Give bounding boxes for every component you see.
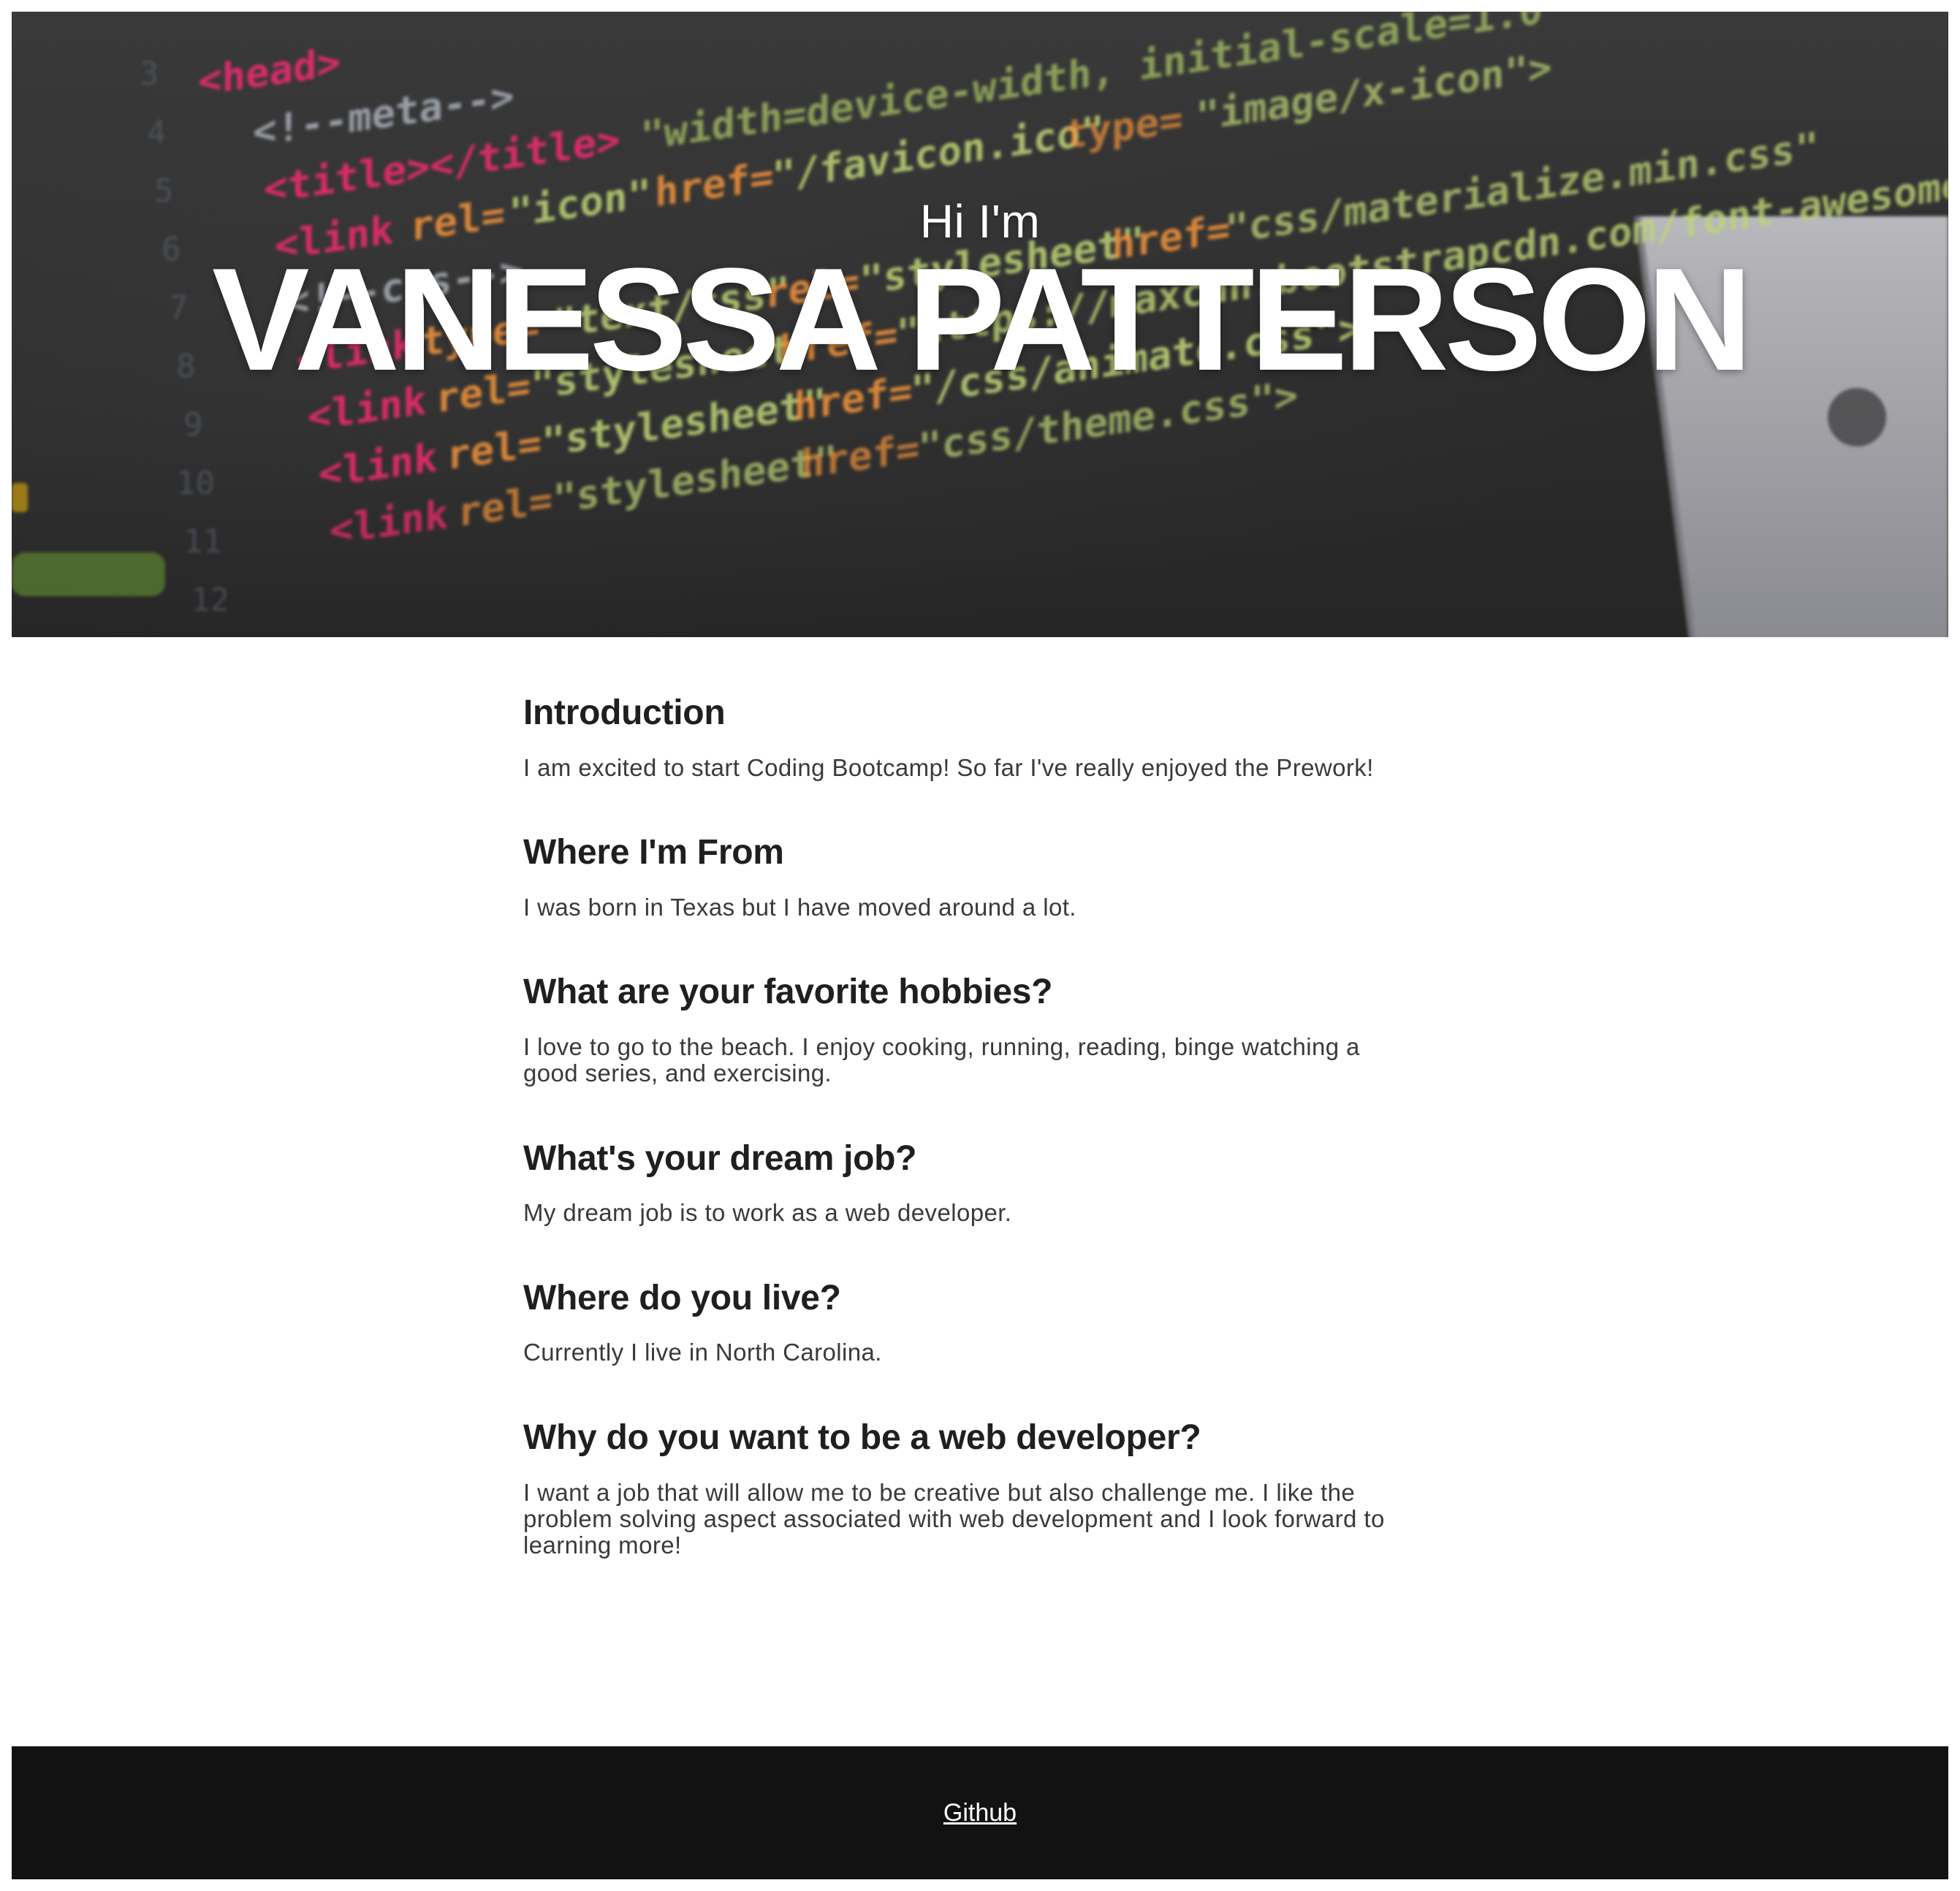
section-where-live: Where do you live? Currently I live in N…	[523, 1279, 1415, 1366]
section-why-web-dev: Why do you want to be a web developer? I…	[523, 1418, 1415, 1559]
section-body: Currently I live in North Carolina.	[523, 1339, 882, 1366]
section-body: I want a job that will allow me to be cr…	[523, 1478, 1385, 1559]
hero-content: Hi I'm VANESSA PATTERSON	[12, 12, 1948, 637]
section-hobbies: What are your favorite hobbies? I love t…	[523, 973, 1415, 1087]
hero-name: VANESSA PATTERSON	[212, 238, 1752, 401]
section-heading: What's your dream job?	[523, 1138, 917, 1178]
section-body: I love to go to the beach. I enjoy cooki…	[523, 1032, 1360, 1087]
section-heading: Introduction	[523, 693, 726, 732]
github-link[interactable]: Github	[943, 1799, 1017, 1827]
section-introduction: Introduction I am excited to start Codin…	[523, 693, 1415, 781]
section-body: I was born in Texas but I have moved aro…	[523, 893, 1076, 921]
footer: Github	[12, 1746, 1948, 1879]
section-heading: Where I'm From	[523, 833, 784, 872]
section-heading: What are your favorite hobbies?	[523, 973, 1053, 1012]
section-where-im-from: Where I'm From I was born in Texas but I…	[523, 833, 1415, 921]
main-content: Introduction I am excited to start Codin…	[523, 693, 1415, 1611]
hero-banner: 3 4 5 6 7 8 9 10 11 12 <head> <!--meta--…	[12, 12, 1948, 637]
section-body: I am excited to start Coding Bootcamp! S…	[523, 753, 1374, 781]
section-dream-job: What's your dream job? My dream job is t…	[523, 1138, 1415, 1227]
section-heading: Why do you want to be a web developer?	[523, 1418, 1201, 1457]
section-body: My dream job is to work as a web develop…	[523, 1199, 1012, 1227]
section-heading: Where do you live?	[523, 1278, 841, 1317]
page: 3 4 5 6 7 8 9 10 11 12 <head> <!--meta--…	[12, 12, 1948, 637]
